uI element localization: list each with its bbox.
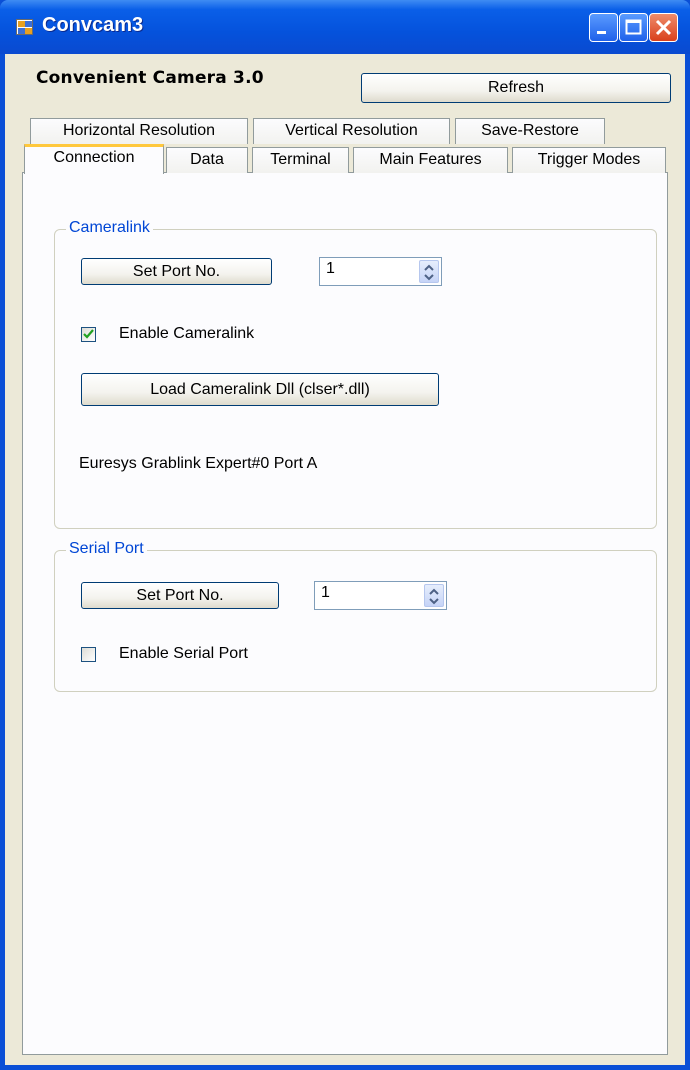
refresh-button[interactable]: Refresh	[361, 73, 671, 103]
cameralink-set-port-button[interactable]: Set Port No.	[81, 258, 272, 285]
tab-row-front: Connection Data Terminal Main Features T…	[5, 144, 685, 174]
tab-horizontal-resolution[interactable]: Horizontal Resolution	[30, 118, 248, 144]
maximize-button[interactable]	[619, 13, 648, 42]
spin-up-down-icon	[429, 588, 439, 605]
tab-main-features[interactable]: Main Features	[353, 147, 508, 173]
tab-terminal[interactable]: Terminal	[252, 147, 349, 173]
close-icon	[655, 19, 672, 36]
serial-port-group-title: Serial Port	[66, 540, 147, 558]
serial-port-group: Serial Port Set Port No. 1 Enable Serial…	[54, 540, 657, 692]
maximize-icon	[625, 19, 642, 35]
tab-data[interactable]: Data	[166, 147, 248, 173]
cameralink-port-spinner[interactable]: 1	[319, 257, 442, 286]
tab-trigger-modes[interactable]: Trigger Modes	[512, 147, 666, 173]
cameralink-status-text: Euresys Grablink Expert#0 Port A	[79, 455, 318, 472]
checkmark-icon	[83, 329, 94, 339]
cameralink-group: Cameralink Set Port No. 1 Enable Cameral…	[54, 219, 657, 529]
serial-set-port-button[interactable]: Set Port No.	[81, 582, 279, 609]
load-cameralink-dll-button[interactable]: Load Cameralink Dll (clser*.dll)	[81, 373, 439, 406]
client-area: Convenient Camera 3.0 Refresh Horizontal…	[5, 54, 685, 1065]
minimize-button[interactable]	[589, 13, 618, 42]
serial-port-value: 1	[321, 584, 330, 601]
spin-up-down-icon	[424, 264, 434, 281]
tab-save-restore[interactable]: Save-Restore	[455, 118, 605, 144]
cameralink-group-title: Cameralink	[66, 219, 153, 237]
window-title: Convcam3	[42, 14, 144, 36]
serial-spin-arrows[interactable]	[424, 584, 444, 607]
serial-port-spinner[interactable]: 1	[314, 581, 447, 610]
enable-cameralink-checkbox[interactable]	[81, 327, 96, 342]
connection-tab-page: Cameralink Set Port No. 1 Enable Cameral…	[22, 172, 668, 1055]
app-name-label: Convenient Camera 3.0	[36, 68, 264, 88]
tab-row-back: Horizontal Resolution Vertical Resolutio…	[5, 118, 685, 144]
minimize-icon	[597, 31, 606, 34]
enable-serial-port-label[interactable]: Enable Serial Port	[119, 645, 248, 663]
close-button[interactable]	[649, 13, 678, 42]
enable-serial-port-checkbox[interactable]	[81, 647, 96, 662]
enable-cameralink-label[interactable]: Enable Cameralink	[119, 325, 254, 343]
cameralink-spin-arrows[interactable]	[419, 260, 439, 283]
title-bar[interactable]: Convcam3	[0, 0, 690, 54]
app-icon[interactable]	[16, 19, 33, 35]
app-window: Convcam3 Convenient Camera 3.0 Refresh H…	[0, 0, 690, 1070]
tab-connection[interactable]: Connection	[24, 144, 164, 174]
tab-vertical-resolution[interactable]: Vertical Resolution	[253, 118, 450, 144]
cameralink-port-value: 1	[326, 260, 335, 277]
